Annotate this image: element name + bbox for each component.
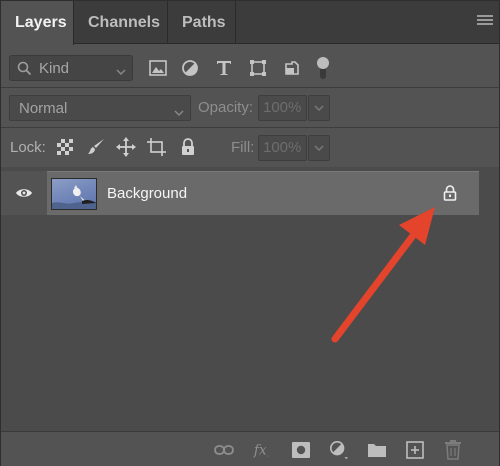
layers-panel: Layers Channels Paths Kind Normal Opacit… [0,0,500,466]
shape-filter-icon[interactable] [247,57,269,79]
link-layers-icon[interactable] [214,440,234,460]
lock-image-pixels-icon[interactable] [85,136,107,158]
lock-label: Lock: [10,139,46,156]
filter-kind-dropdown[interactable]: Kind [9,55,133,81]
svg-text:.: . [267,449,269,458]
fill-label: Fill: [231,139,255,156]
layers-list: Background [1,167,499,431]
lock-artboard-icon[interactable] [146,136,168,158]
tab-layers[interactable]: Layers [1,1,74,45]
tab-bar: Layers Channels Paths [1,1,499,45]
panel-menu-icon[interactable] [477,15,493,29]
tab-paths[interactable]: Paths [168,1,236,44]
filter-toggle[interactable] [317,57,329,79]
blend-mode-value: Normal [19,100,68,117]
svg-text:fx: fx [253,443,267,459]
add-mask-icon[interactable] [291,440,311,460]
divider [1,127,499,128]
opacity-label: Opacity: [198,99,254,116]
blend-mode-dropdown[interactable]: Normal [9,95,191,121]
fx-icon[interactable]: fx. [253,440,273,460]
bottom-toolbar: fx. [1,431,499,466]
opacity-field[interactable]: 100% [258,95,307,121]
image-filter-icon[interactable] [147,57,169,79]
lock-all-icon[interactable] [177,136,199,158]
layer-name: Background [107,185,188,202]
delete-layer-icon[interactable] [443,440,463,460]
chevron-down-icon [314,145,324,151]
visibility-toggle[interactable] [1,171,47,215]
smart-object-filter-icon[interactable] [281,57,303,79]
new-adjustment-icon[interactable] [329,440,349,460]
search-icon [17,61,32,81]
fill-dropdown-button[interactable] [308,135,330,161]
tab-channels[interactable]: Channels [74,1,168,44]
chevron-down-icon [116,63,126,81]
chevron-down-icon [314,105,324,111]
type-filter-icon[interactable] [213,57,235,79]
layer-item-background[interactable]: Background [47,171,479,215]
layer-row[interactable]: Background [1,171,479,215]
fill-field[interactable]: 100% [258,135,307,161]
adjustment-filter-icon[interactable] [179,57,201,79]
layer-thumbnail [51,178,97,210]
opacity-dropdown-button[interactable] [308,95,330,121]
layer-lock-icon [443,185,457,206]
chevron-down-icon [174,104,184,122]
filter-kind-label: Kind [39,60,70,77]
new-group-icon[interactable] [367,440,387,460]
lock-transparent-pixels-icon[interactable] [54,136,76,158]
new-layer-icon[interactable] [405,440,425,460]
divider [1,87,499,88]
eye-icon [16,189,32,197]
lock-position-icon[interactable] [115,136,137,158]
